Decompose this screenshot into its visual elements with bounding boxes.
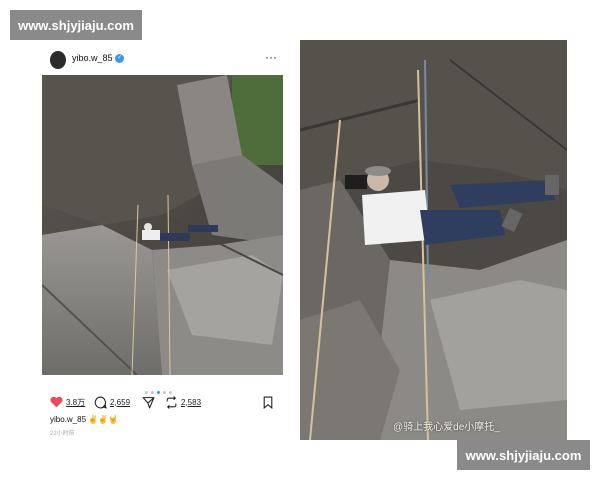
instagram-post-card: yibo.w_85 ✓ ··· 3.8万 2,659 2,583 yibo.w_…: [35, 40, 297, 440]
comment-count: 2,659: [110, 397, 131, 407]
weibo-watermark: @骑上我心爱de小摩托_: [393, 422, 500, 433]
like-button[interactable]: 3.8万: [50, 394, 85, 410]
comment-button[interactable]: 2,659: [94, 394, 130, 410]
bookmark-button[interactable]: [262, 394, 274, 410]
caption-emojis: ✌️✌️🤘: [88, 415, 119, 424]
post-actions: 3.8万 2,659 2,583: [50, 394, 290, 410]
post-photo[interactable]: [42, 75, 283, 375]
caption-username[interactable]: yibo.w_85: [50, 415, 86, 424]
post-username[interactable]: yibo.w_85: [72, 53, 113, 63]
repost-count: 2,583: [181, 397, 202, 407]
send-icon: [142, 396, 155, 408]
cliff-climber-photo: [42, 75, 283, 375]
like-count: 3.8万: [66, 397, 86, 407]
verified-badge-icon: ✓: [115, 54, 124, 63]
bookmark-icon: [263, 396, 273, 409]
carousel-indicator: [145, 381, 185, 394]
heart-icon: [50, 396, 63, 408]
repost-icon: [166, 395, 177, 409]
share-button[interactable]: [142, 394, 155, 410]
closeup-photo: [300, 40, 567, 440]
climber-closeup-image: [300, 40, 567, 440]
post-caption: yibo.w_85 ✌️✌️🤘: [50, 415, 118, 424]
comment-icon: [94, 396, 107, 409]
repost-button[interactable]: 2,583: [165, 394, 201, 410]
post-header: yibo.w_85 ✓ ···: [35, 50, 297, 70]
post-time: 22小时前: [50, 431, 75, 437]
avatar[interactable]: [50, 51, 66, 69]
watermark-bottom: www.shjyjiaju.com: [457, 440, 590, 470]
watermark-top: www.shjyjiaju.com: [10, 10, 142, 40]
more-options-icon[interactable]: ···: [265, 50, 277, 64]
